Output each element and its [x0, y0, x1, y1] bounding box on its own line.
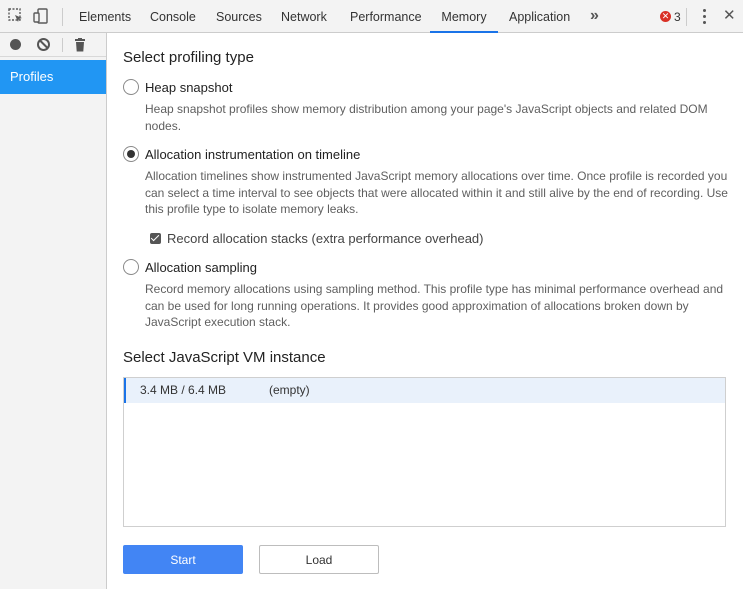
- tab-memory[interactable]: Memory: [430, 0, 498, 33]
- sidebar-item-profiles[interactable]: Profiles: [0, 60, 106, 94]
- allocation-timeline-description: Allocation timelines show instrumented J…: [145, 169, 728, 216]
- record-icon[interactable]: [10, 39, 21, 50]
- tab-application[interactable]: Application: [509, 0, 570, 33]
- inspect-element-icon[interactable]: [7, 7, 25, 25]
- error-icon[interactable]: ✕: [660, 11, 671, 22]
- load-button[interactable]: Load: [259, 545, 379, 574]
- more-tabs-icon[interactable]: »: [590, 0, 599, 33]
- devtools-toolbar: Elements Console Sources Network Perform…: [0, 0, 743, 33]
- vm-instance-list: 3.4 MB / 6.4 MB (empty): [123, 377, 726, 527]
- allocation-sampling-description: Record memory allocations using sampling…: [145, 282, 724, 329]
- allocation-sampling-label[interactable]: Allocation sampling: [145, 260, 257, 275]
- tab-elements[interactable]: Elements: [79, 0, 131, 33]
- start-button[interactable]: Start: [123, 545, 243, 574]
- allocation-sampling-radio[interactable]: [123, 259, 139, 275]
- vm-instance-name: (empty): [269, 383, 310, 397]
- more-options-icon[interactable]: [700, 9, 708, 25]
- toolbar-divider: [686, 8, 687, 26]
- vm-memory-usage: 3.4 MB / 6.4 MB: [140, 383, 227, 397]
- sidebar-toolbar: [0, 33, 106, 57]
- vm-instance-title: Select JavaScript VM instance: [123, 349, 326, 366]
- record-stacks-checkbox[interactable]: [150, 233, 161, 244]
- close-devtools-icon[interactable]: ✕: [723, 0, 736, 33]
- toolbar-divider: [62, 38, 63, 52]
- allocation-timeline-label[interactable]: Allocation instrumentation on timeline: [145, 147, 360, 162]
- profiling-type-title: Select profiling type: [123, 49, 254, 66]
- device-toolbar-icon[interactable]: [32, 7, 50, 25]
- allocation-timeline-radio[interactable]: [123, 146, 139, 162]
- heap-snapshot-description: Heap snapshot profiles show memory distr…: [145, 102, 708, 133]
- tab-console[interactable]: Console: [150, 0, 196, 33]
- error-count[interactable]: 3: [674, 0, 681, 33]
- vm-instance-row[interactable]: 3.4 MB / 6.4 MB (empty): [124, 378, 725, 403]
- heap-snapshot-label[interactable]: Heap snapshot: [145, 80, 232, 95]
- toolbar-divider: [62, 8, 63, 26]
- trash-icon[interactable]: [74, 38, 86, 52]
- tab-network[interactable]: Network: [281, 0, 327, 33]
- heap-snapshot-radio[interactable]: [123, 79, 139, 95]
- tab-sources[interactable]: Sources: [216, 0, 262, 33]
- tab-performance[interactable]: Performance: [350, 0, 422, 33]
- profiles-sidebar: Profiles: [0, 33, 107, 589]
- clear-icon[interactable]: [37, 38, 50, 51]
- record-stacks-label[interactable]: Record allocation stacks (extra performa…: [167, 231, 483, 246]
